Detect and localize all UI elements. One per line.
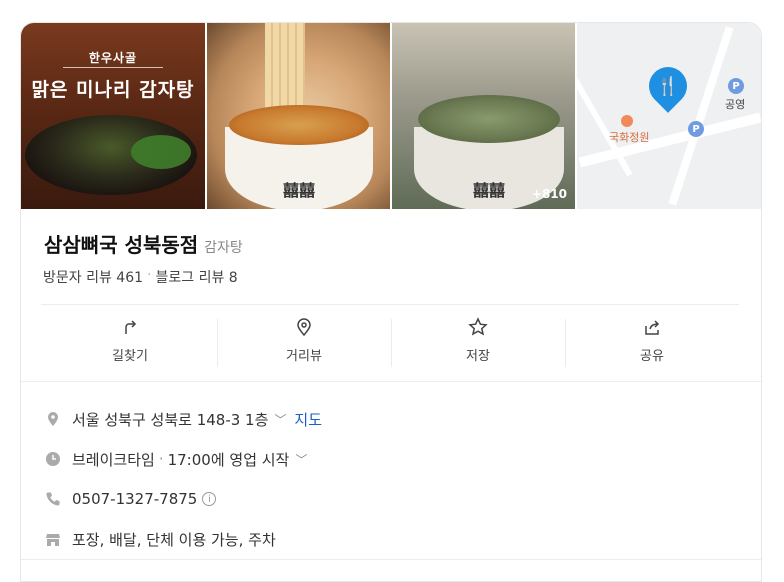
visitor-review-link[interactable]: 방문자 리뷰 461 [43, 267, 143, 287]
star-icon [468, 317, 488, 336]
bowl-logo: 囍囍 [472, 181, 506, 200]
promo-divider [63, 67, 163, 68]
clock-icon [46, 452, 60, 466]
store-icon [46, 534, 60, 546]
place-name: 삼삼뼈국 성북동점 [44, 233, 199, 257]
blog-review-link[interactable]: 블로그 리뷰 8 [155, 267, 237, 287]
place-category: 감자탕 [204, 240, 243, 256]
map-link[interactable]: 지도 [294, 409, 322, 430]
chevron-down-icon[interactable]: ﹀ [274, 411, 286, 428]
more-photos-count[interactable]: +810 [532, 187, 567, 201]
review-row: 방문자 리뷰 461 · 블로그 리뷰 8 [43, 267, 238, 287]
photo-strip: 한우사골 맑은 미나리 감자탕 囍囍 囍囍 +810 🍴 P P 공영 국화정원 [21, 23, 761, 209]
promo-title: 맑은 미나리 감자탕 [31, 79, 195, 101]
promo-subtitle: 한우사골 [88, 51, 138, 65]
map-thumbnail[interactable]: 🍴 P P 공영 국화정원 [577, 23, 761, 209]
soup-photo[interactable]: 囍囍 +810 [392, 23, 575, 209]
save-button[interactable]: 저장 [391, 317, 565, 373]
info-icon[interactable]: i [202, 492, 217, 506]
promo-photo[interactable]: 한우사골 맑은 미나리 감자탕 [21, 23, 205, 209]
action-bar: 길찾기 거리뷰 저장 공유 [43, 317, 739, 373]
divider [41, 304, 739, 305]
address-text[interactable]: 서울 성북구 성북로 148-3 1층 [72, 409, 268, 430]
phone-row: 0507-1327-7875 i [45, 479, 322, 519]
hours-separator: · [158, 450, 164, 468]
save-label: 저장 [466, 349, 490, 364]
soup-image [418, 95, 560, 143]
hours-status[interactable]: 브레이크타임 [72, 449, 155, 470]
soup-image [229, 105, 369, 145]
parking-icon: P [728, 78, 744, 94]
share-label: 공유 [640, 349, 664, 364]
divider [21, 381, 761, 382]
greens-image [131, 135, 191, 169]
street-view-button[interactable]: 거리뷰 [217, 317, 391, 373]
parking-icon: P [688, 121, 704, 137]
directions-button[interactable]: 길찾기 [43, 317, 217, 373]
noodle-photo[interactable]: 囍囍 [207, 23, 390, 209]
phone-icon [46, 492, 60, 506]
utensils-icon: 🍴 [656, 75, 680, 97]
street-view-label: 거리뷰 [286, 349, 322, 364]
title-row: 삼삼뼈국 성북동점 감자탕 [44, 229, 243, 258]
address-row: 서울 성북구 성북로 148-3 1층 ﹀ 지도 [45, 399, 322, 439]
share-button[interactable]: 공유 [565, 317, 739, 373]
amenities-row: 포장, 배달, 단체 이용 가능, 주차 [45, 519, 322, 559]
review-separator: · [147, 267, 152, 283]
map-label-poi: 국화정원 [609, 131, 650, 144]
directions-label: 길찾기 [112, 349, 148, 364]
poi-marker-icon [621, 115, 633, 127]
street-view-icon [297, 318, 311, 337]
directions-icon [125, 320, 137, 334]
amenities-text: 포장, 배달, 단체 이용 가능, 주차 [72, 530, 276, 549]
hours-note[interactable]: 17:00에 영업 시작 [168, 449, 290, 470]
divider [21, 559, 761, 560]
place-card: 한우사골 맑은 미나리 감자탕 囍囍 囍囍 +810 🍴 P P 공영 국화정원… [20, 22, 762, 582]
phone-number[interactable]: 0507-1327-7875 [72, 490, 197, 508]
map-road [668, 26, 734, 206]
share-icon [645, 320, 660, 335]
bowl-logo: 囍囍 [282, 181, 316, 200]
info-list: 서울 성북구 성북로 148-3 1층 ﹀ 지도 브레이크타임 · 17:00에… [45, 399, 322, 559]
restaurant-marker-icon[interactable]: 🍴 [641, 59, 695, 113]
chevron-down-icon[interactable]: ﹀ [295, 451, 307, 468]
location-pin-icon [48, 412, 58, 426]
hours-row: 브레이크타임 · 17:00에 영업 시작 ﹀ [45, 439, 322, 479]
map-label-park: 공영 [725, 98, 746, 111]
